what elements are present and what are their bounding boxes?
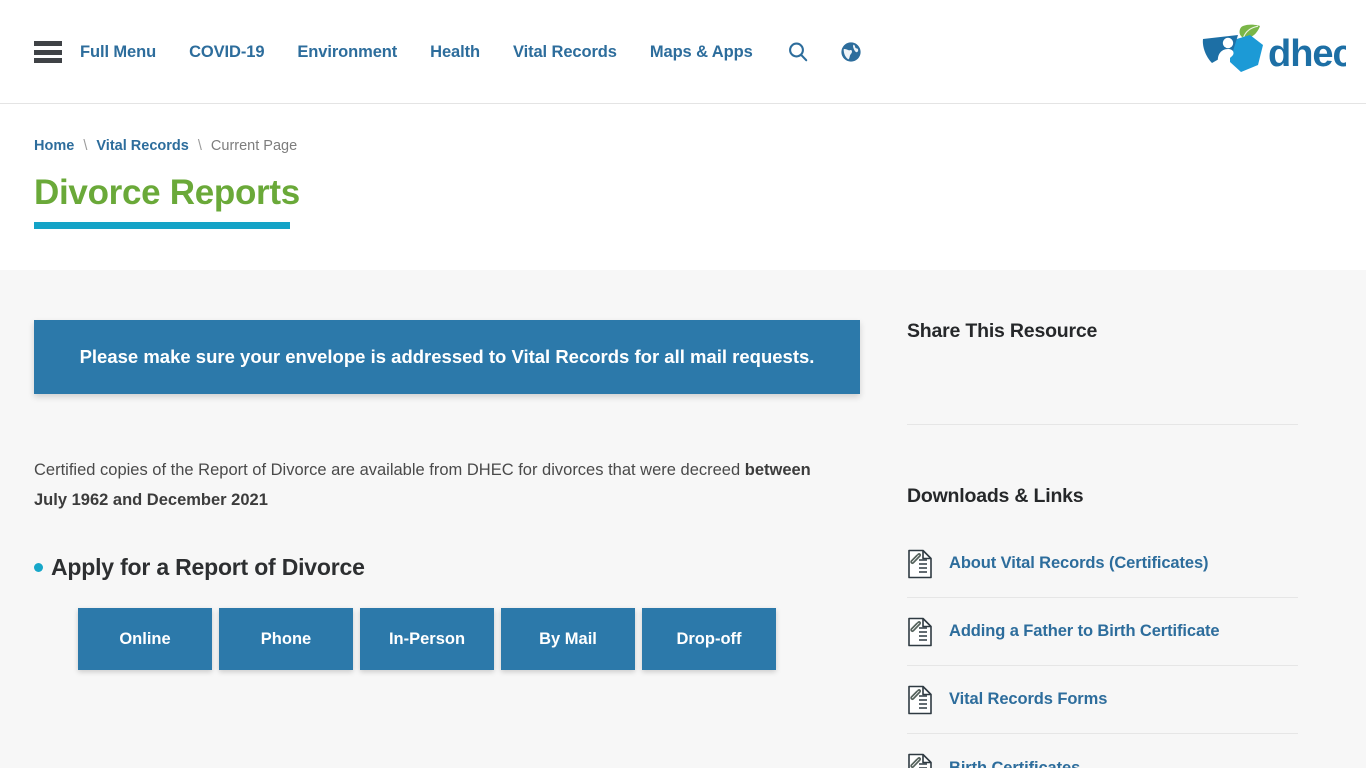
content-area: Please make sure your envelope is addres…	[0, 270, 1366, 768]
apply-button-phone[interactable]: Phone	[219, 608, 353, 670]
breadcrumb-separator: \	[83, 138, 88, 154]
document-attachment-icon	[907, 685, 933, 715]
breadcrumb-home[interactable]: Home	[34, 138, 74, 154]
search-icon[interactable]	[786, 40, 810, 64]
notice-banner: Please make sure your envelope is addres…	[34, 320, 860, 394]
sidebar: Share This Resource Downloads & Links Ab…	[900, 270, 1320, 768]
downloads-and-links-heading: Downloads & Links	[907, 485, 1084, 507]
apply-method-buttons: Online Phone In-Person By Mail Drop-off	[34, 608, 900, 670]
hamburger-bar	[34, 41, 62, 46]
apply-button-in-person[interactable]: In-Person	[360, 608, 494, 670]
share-this-resource-heading: Share This Resource	[907, 320, 1098, 342]
breadcrumb-current: Current Page	[210, 138, 298, 154]
intro-paragraph: Certified copies of the Report of Divorc…	[34, 455, 824, 515]
document-attachment-icon	[907, 617, 933, 647]
apply-button-drop-off[interactable]: Drop-off	[642, 608, 776, 670]
downloads-and-links-block: Downloads & Links About Vital Records (C…	[907, 425, 1298, 768]
globe-icon[interactable]	[840, 41, 862, 63]
download-link-vital-records-forms[interactable]: Vital Records Forms	[907, 666, 1298, 734]
nav-item-environment[interactable]: Environment	[297, 43, 397, 62]
download-link-adding-a-father[interactable]: Adding a Father to Birth Certificate	[907, 598, 1298, 666]
svg-text:dhec: dhec	[1268, 33, 1346, 75]
page-title: Divorce Reports	[34, 173, 300, 212]
download-link-about-vital-records[interactable]: About Vital Records (Certificates)	[907, 530, 1298, 598]
primary-navigation: Full Menu COVID-19 Environment Health Vi…	[0, 0, 1366, 104]
section-heading-label: Apply for a Report of Divorce	[51, 554, 365, 580]
nav-item-maps-and-apps[interactable]: Maps & Apps	[650, 43, 753, 62]
apply-button-online[interactable]: Online	[78, 608, 212, 670]
breadcrumb: Home \ Vital Records \ Current Page	[34, 138, 1366, 154]
site-header: Full Menu COVID-19 Environment Health Vi…	[0, 0, 1366, 104]
nav-links: Full Menu COVID-19 Environment Health Vi…	[80, 40, 892, 64]
download-link-birth-certificates[interactable]: Birth Certificates	[907, 734, 1298, 768]
document-attachment-icon	[907, 549, 933, 579]
download-link-label: Adding a Father to Birth Certificate	[949, 622, 1220, 640]
section-heading-apply: Apply for a Report of Divorce	[34, 554, 900, 581]
intro-paragraph-lead: Certified copies of the Report of Divorc…	[34, 461, 745, 479]
nav-item-vital-records[interactable]: Vital Records	[513, 43, 617, 62]
nav-item-covid-19[interactable]: COVID-19	[189, 43, 264, 62]
dhec-logo[interactable]: dhec	[1188, 20, 1348, 82]
page-title-block: Home \ Vital Records \ Current Page Divo…	[0, 104, 1366, 270]
document-attachment-icon	[907, 753, 933, 768]
download-link-label: About Vital Records (Certificates)	[949, 554, 1209, 572]
download-link-label: Birth Certificates	[949, 758, 1081, 768]
title-underline-rule	[34, 221, 290, 229]
hamburger-bar	[34, 58, 62, 63]
main-column: Please make sure your envelope is addres…	[0, 270, 900, 768]
nav-item-health[interactable]: Health	[430, 43, 480, 62]
hamburger-bar	[34, 49, 62, 55]
downloads-list: About Vital Records (Certificates) Addin…	[907, 530, 1298, 768]
share-this-resource-block: Share This Resource	[907, 320, 1286, 424]
breadcrumb-separator: \	[197, 138, 202, 154]
nav-item-full-menu[interactable]: Full Menu	[80, 43, 156, 62]
breadcrumb-vital-records[interactable]: Vital Records	[96, 138, 188, 154]
download-link-label: Vital Records Forms	[949, 690, 1108, 708]
bullet-dot-icon	[34, 563, 43, 572]
hamburger-menu-icon[interactable]	[34, 41, 62, 63]
apply-button-by-mail[interactable]: By Mail	[501, 608, 635, 670]
